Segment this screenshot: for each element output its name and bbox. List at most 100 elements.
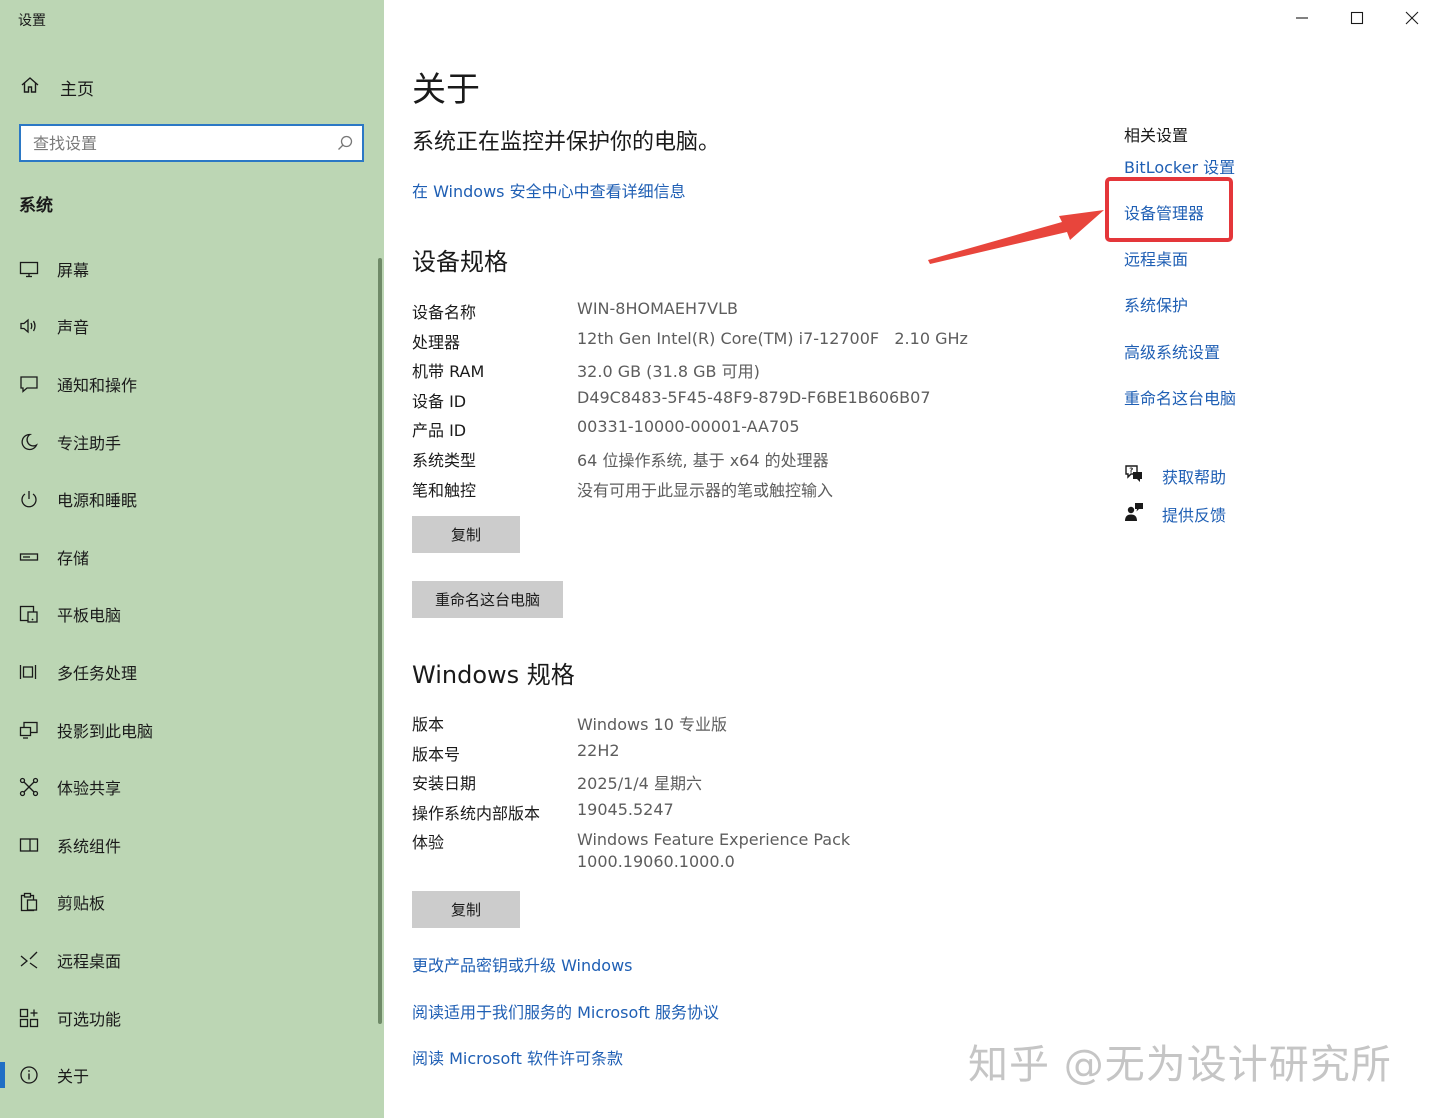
spec-row-system-type: 系统类型 64 位操作系统, 基于 x64 的处理器 <box>412 447 1052 477</box>
sidebar-item-about[interactable]: 关于 <box>0 1046 376 1104</box>
rename-pc-link[interactable]: 重命名这台电脑 <box>1124 385 1236 409</box>
share-icon <box>19 777 39 797</box>
security-center-link[interactable]: 在 Windows 安全中心中查看详细信息 <box>412 178 686 202</box>
spec-value: 12th Gen Intel(R) Core(TM) i7-12700F 2.1… <box>577 328 968 348</box>
moon-icon <box>19 432 39 452</box>
sidebar-item-project[interactable]: 投影到此电脑 <box>0 701 376 759</box>
svg-text:?: ? <box>1129 467 1133 475</box>
close-button[interactable] <box>1389 6 1435 32</box>
windows-specs-table: 版本 Windows 10 专业版 版本号 22H2 安装日期 2025/1/4 星期… <box>412 711 1052 877</box>
sidebar-item-label: 系统组件 <box>57 836 122 856</box>
spec-key: 体验 <box>412 833 445 853</box>
sidebar-item-focus-assist[interactable]: 专注助手 <box>0 413 376 471</box>
license-terms-link[interactable]: 阅读 Microsoft 软件许可条款 <box>412 1045 623 1069</box>
sidebar-item-display[interactable]: 屏幕 <box>0 240 376 298</box>
spec-key: 操作系统内部版本 <box>412 803 541 823</box>
sidebar-nav: 屏幕 声音 通知和操作 专注助手 电源和睡眠 存储 平板电脑 多任务处理 投影到… <box>0 240 376 1104</box>
related-settings-title: 相关设置 <box>1124 126 1189 145</box>
sidebar-item-system-components[interactable]: 系统组件 <box>0 816 376 874</box>
sidebar-item-label: 声音 <box>57 318 90 338</box>
sidebar-scrollbar[interactable] <box>378 258 382 1024</box>
get-help-label[interactable]: 获取帮助 <box>1162 464 1226 488</box>
spec-key: 版本号 <box>412 744 461 764</box>
home-icon <box>20 75 40 99</box>
sidebar-item-clipboard[interactable]: 剪贴板 <box>0 874 376 932</box>
search-box[interactable] <box>19 124 364 162</box>
sidebar-item-label: 通知和操作 <box>57 375 138 395</box>
project-icon <box>19 720 39 740</box>
spec-value: WIN-8HOMAEH7VLB <box>577 299 738 318</box>
display-icon <box>19 259 39 279</box>
maximize-button[interactable] <box>1334 6 1380 32</box>
change-product-key-link[interactable]: 更改产品密钥或升级 Windows <box>412 952 633 976</box>
spec-key: 设备名称 <box>412 303 477 322</box>
multitask-icon <box>19 662 39 682</box>
spec-key: 设备 ID <box>412 391 467 411</box>
clipboard-icon <box>19 892 39 912</box>
device-specs-heading: 设备规格 <box>412 248 508 276</box>
sidebar-item-notifications[interactable]: 通知和操作 <box>0 355 376 413</box>
spec-value: D49C8483-5F45-48F9-879D-F6BE1B606B07 <box>577 387 931 407</box>
spec-key: 产品 ID <box>412 421 467 441</box>
sidebar-item-label: 可选功能 <box>57 1009 122 1029</box>
optional-features-icon <box>19 1008 39 1028</box>
bitlocker-settings-link[interactable]: BitLocker 设置 <box>1124 154 1235 178</box>
remote-desktop-icon <box>19 950 39 970</box>
give-feedback-label[interactable]: 提供反馈 <box>1162 502 1226 526</box>
sidebar-item-label: 存储 <box>57 548 90 568</box>
maximize-icon <box>1350 10 1364 29</box>
spec-row-os-build: 操作系统内部版本 19045.5247 <box>412 800 1052 830</box>
spec-row-processor: 处理器 12th Gen Intel(R) Core(TM) i7-12700F … <box>412 329 1052 359</box>
spec-row-ram: 机带 RAM 32.0 GB (31.8 GB 可用) <box>412 358 1052 388</box>
sidebar-item-label: 屏幕 <box>57 260 90 280</box>
sidebar-item-label: 投影到此电脑 <box>57 721 154 741</box>
page-title: 关于 <box>412 70 480 110</box>
service-agreement-link[interactable]: 阅读适用于我们服务的 Microsoft 服务协议 <box>412 999 719 1023</box>
spec-value: 64 位操作系统, 基于 x64 的处理器 <box>577 450 829 470</box>
copy-device-specs-button[interactable]: 复制 <box>412 516 520 553</box>
spec-value: 19045.5247 <box>577 799 674 819</box>
window-title: 设置 <box>18 13 46 29</box>
system-protection-link[interactable]: 系统保护 <box>1124 292 1188 316</box>
spec-row-version: 版本号 22H2 <box>412 741 1052 771</box>
spec-value: 2025/1/4 星期六 <box>577 774 702 794</box>
spec-row-edition: 版本 Windows 10 专业版 <box>412 711 1052 741</box>
sidebar-item-sound[interactable]: 声音 <box>0 298 376 356</box>
remote-desktop-link[interactable]: 远程桌面 <box>1124 246 1188 270</box>
spec-key: 安装日期 <box>412 774 477 794</box>
help-chat-icon: ? <box>1124 464 1144 488</box>
device-manager-highlight-box <box>1105 177 1233 242</box>
sidebar-item-remote-desktop[interactable]: 远程桌面 <box>0 931 376 989</box>
spec-row-experience: 体验 Windows Feature Experience Pack 1000.1… <box>412 829 1052 877</box>
get-help-item[interactable]: ? 获取帮助 <box>1124 464 1226 488</box>
spec-key: 机带 RAM <box>412 362 485 382</box>
sidebar-item-optional-features[interactable]: 可选功能 <box>0 989 376 1047</box>
device-specs-table: 设备名称 WIN-8HOMAEH7VLB 处理器 12th Gen Intel(R)… <box>412 299 1052 506</box>
spec-row-pen-touch: 笔和触控 没有可用于此显示器的笔或触控输入 <box>412 477 1052 507</box>
spec-key: 系统类型 <box>412 450 477 470</box>
give-feedback-item[interactable]: 提供反馈 <box>1124 502 1226 526</box>
search-input[interactable] <box>21 126 323 160</box>
spec-row-install-date: 安装日期 2025/1/4 星期六 <box>412 770 1052 800</box>
tablet-icon <box>19 604 39 624</box>
red-arrow-annotation <box>928 210 1104 264</box>
spec-value: 没有可用于此显示器的笔或触控输入 <box>577 480 834 500</box>
close-icon <box>1405 10 1419 29</box>
sidebar-item-shared-experiences[interactable]: 体验共享 <box>0 758 376 816</box>
spec-value: Windows Feature Experience Pack 1000.190… <box>577 830 851 872</box>
sidebar-item-tablet[interactable]: 平板电脑 <box>0 586 376 644</box>
minimize-button[interactable] <box>1279 6 1325 32</box>
search-icon[interactable] <box>336 134 354 156</box>
storage-icon <box>19 547 39 567</box>
spec-row-device-name: 设备名称 WIN-8HOMAEH7VLB <box>412 299 1052 329</box>
sidebar-item-home[interactable]: 主页 <box>20 74 94 100</box>
sidebar-item-label: 关于 <box>57 1067 90 1087</box>
rename-pc-button[interactable]: 重命名这台电脑 <box>412 581 563 618</box>
advanced-system-settings-link[interactable]: 高级系统设置 <box>1124 339 1220 363</box>
copy-windows-specs-button[interactable]: 复制 <box>412 891 520 928</box>
notification-icon <box>19 374 39 394</box>
spec-key: 笔和触控 <box>412 480 477 500</box>
sidebar-item-multitasking[interactable]: 多任务处理 <box>0 643 376 701</box>
sidebar-item-power[interactable]: 电源和睡眠 <box>0 470 376 528</box>
sidebar-item-storage[interactable]: 存储 <box>0 528 376 586</box>
